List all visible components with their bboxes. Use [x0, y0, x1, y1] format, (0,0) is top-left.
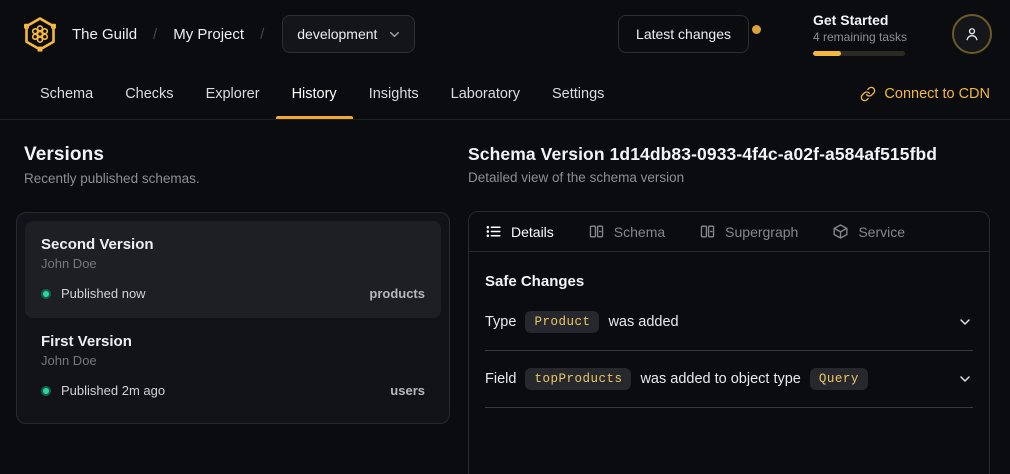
code-badge: Query	[810, 368, 868, 390]
user-avatar-button[interactable]	[952, 14, 992, 54]
version-meta: Published now products	[41, 286, 425, 301]
version-detail-section: Schema Version 1d14db83-0933-4f4c-a02f-a…	[468, 144, 990, 474]
latest-changes-button[interactable]: Latest changes	[618, 15, 749, 53]
detail-tab-label: Schema	[614, 224, 665, 240]
get-started-progressbar	[813, 51, 905, 56]
connect-to-cdn-label: Connect to CDN	[884, 86, 990, 102]
tab-insights[interactable]: Insights	[353, 68, 435, 119]
breadcrumb: The Guild / My Project / development	[22, 15, 415, 53]
change-text: Type	[485, 314, 516, 330]
environment-select[interactable]: development	[282, 15, 415, 53]
main-nav: SchemaChecksExplorerHistoryInsightsLabor…	[0, 68, 1010, 120]
detail-tab-label: Service	[858, 224, 905, 240]
detail-tab-label: Details	[511, 224, 554, 240]
code-badge: Product	[525, 311, 599, 333]
versions-title: Versions	[24, 144, 450, 166]
version-list: Second Version John Doe Published now produ…	[25, 221, 441, 415]
panels-icon	[699, 223, 716, 240]
chevron-down-icon[interactable]	[957, 314, 973, 330]
tab-schema[interactable]: Schema	[24, 68, 109, 119]
change-row[interactable]: Field topProducts was added to object type…	[485, 351, 973, 408]
panels-icon	[588, 223, 605, 240]
versions-section: Versions Recently published schemas. Sec…	[16, 144, 450, 474]
connect-to-cdn-link[interactable]: Connect to CDN	[860, 68, 990, 119]
detail-content: Safe Changes Type Product was added Fieldto…	[469, 252, 989, 408]
change-row[interactable]: Type Product was added	[485, 294, 973, 351]
progress-fill	[813, 51, 841, 56]
app-window: The Guild / My Project / development Lat…	[0, 0, 1010, 474]
breadcrumb-org[interactable]: The Guild	[72, 26, 137, 43]
versions-card: Second Version John Doe Published now produ…	[16, 212, 450, 424]
get-started-title: Get Started	[813, 12, 908, 29]
tab-checks[interactable]: Checks	[109, 68, 189, 119]
version-detail-title: Schema Version 1d14db83-0933-4f4c-a02f-a…	[468, 144, 990, 165]
person-icon	[963, 25, 981, 43]
published-label: Published now	[61, 286, 146, 301]
published-status-dot	[41, 386, 51, 396]
detail-tab-service[interactable]: Service	[832, 223, 905, 240]
versions-subtitle: Recently published schemas.	[24, 171, 450, 186]
tab-explorer[interactable]: Explorer	[190, 68, 276, 119]
version-name: Second Version	[41, 236, 425, 253]
published-label: Published 2m ago	[61, 383, 165, 398]
version-author: John Doe	[41, 256, 425, 271]
service-name: products	[369, 286, 425, 301]
breadcrumb-project[interactable]: My Project	[173, 26, 244, 43]
service-name: users	[390, 383, 425, 398]
code-badge: topProducts	[525, 368, 631, 390]
safe-changes-title: Safe Changes	[485, 273, 973, 290]
tab-settings[interactable]: Settings	[536, 68, 620, 119]
get-started-subtitle: 4 remaining tasks	[813, 30, 908, 44]
chevron-down-icon	[387, 27, 402, 42]
change-text: was added to object type	[640, 371, 800, 387]
list-icon	[485, 223, 502, 240]
cube-icon	[832, 223, 849, 240]
breadcrumb-separator: /	[153, 26, 157, 43]
change-text: was added	[608, 314, 678, 330]
link-icon	[860, 86, 876, 102]
tab-laboratory[interactable]: Laboratory	[435, 68, 536, 119]
environment-select-value: development	[297, 26, 377, 42]
version-author: John Doe	[41, 353, 425, 368]
version-detail-subtitle: Detailed view of the schema version	[468, 170, 990, 185]
chevron-down-icon[interactable]	[957, 371, 973, 387]
detail-tab-supergraph[interactable]: Supergraph	[699, 223, 798, 240]
header-actions: Latest changes Get Started 4 remaining t…	[618, 12, 992, 57]
main-content: Versions Recently published schemas. Sec…	[0, 120, 1010, 474]
version-name: First Version	[41, 333, 425, 350]
detail-tab-label: Supergraph	[725, 224, 798, 240]
version-meta: Published 2m ago users	[41, 383, 425, 398]
detail-tabbar: Details Schema Supergraph Service	[469, 212, 989, 252]
version-detail-panel: Details Schema Supergraph Service Safe Chan…	[468, 211, 990, 474]
nav-tabs: SchemaChecksExplorerHistoryInsightsLabor…	[24, 68, 620, 119]
app-header: The Guild / My Project / development Lat…	[0, 0, 1010, 68]
tab-history[interactable]: History	[276, 68, 353, 119]
detail-tab-schema[interactable]: Schema	[588, 223, 665, 240]
change-list: Type Product was added Field topProducts was …	[485, 294, 973, 408]
hive-logo-icon	[22, 16, 58, 52]
version-list-item[interactable]: First Version John Doe Published 2m ago use…	[25, 318, 441, 415]
published-status-dot	[41, 289, 51, 299]
version-list-item[interactable]: Second Version John Doe Published now produ…	[25, 221, 441, 318]
notification-dot	[752, 25, 761, 34]
change-text: Field	[485, 371, 516, 387]
detail-tab-details[interactable]: Details	[485, 223, 554, 240]
breadcrumb-separator: /	[260, 26, 264, 43]
get-started-widget[interactable]: Get Started 4 remaining tasks	[813, 12, 908, 57]
